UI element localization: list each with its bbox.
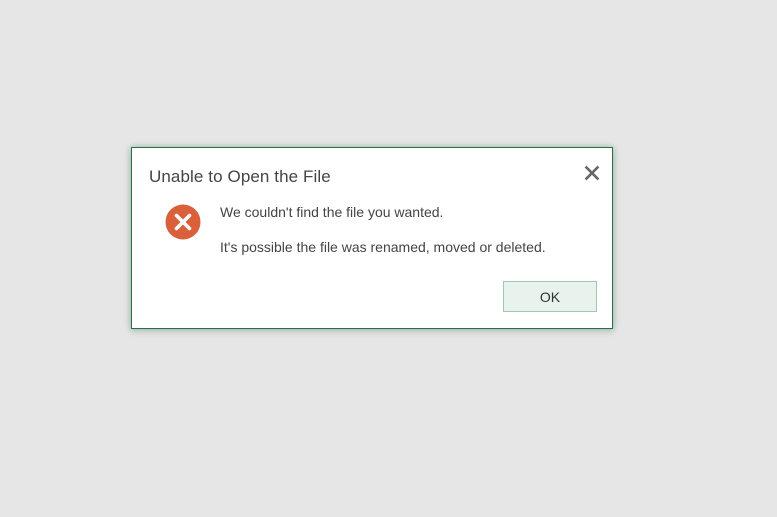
close-button[interactable]	[581, 162, 603, 184]
error-message-secondary: It's possible the file was renamed, move…	[220, 239, 546, 255]
error-icon	[165, 204, 201, 240]
error-message-primary: We couldn't find the file you wanted.	[220, 204, 444, 220]
dialog-title: Unable to Open the File	[149, 167, 331, 186]
ok-button[interactable]: OK	[503, 281, 597, 312]
error-dialog: Unable to Open the File We couldn't find…	[131, 147, 613, 329]
close-icon	[584, 165, 600, 181]
